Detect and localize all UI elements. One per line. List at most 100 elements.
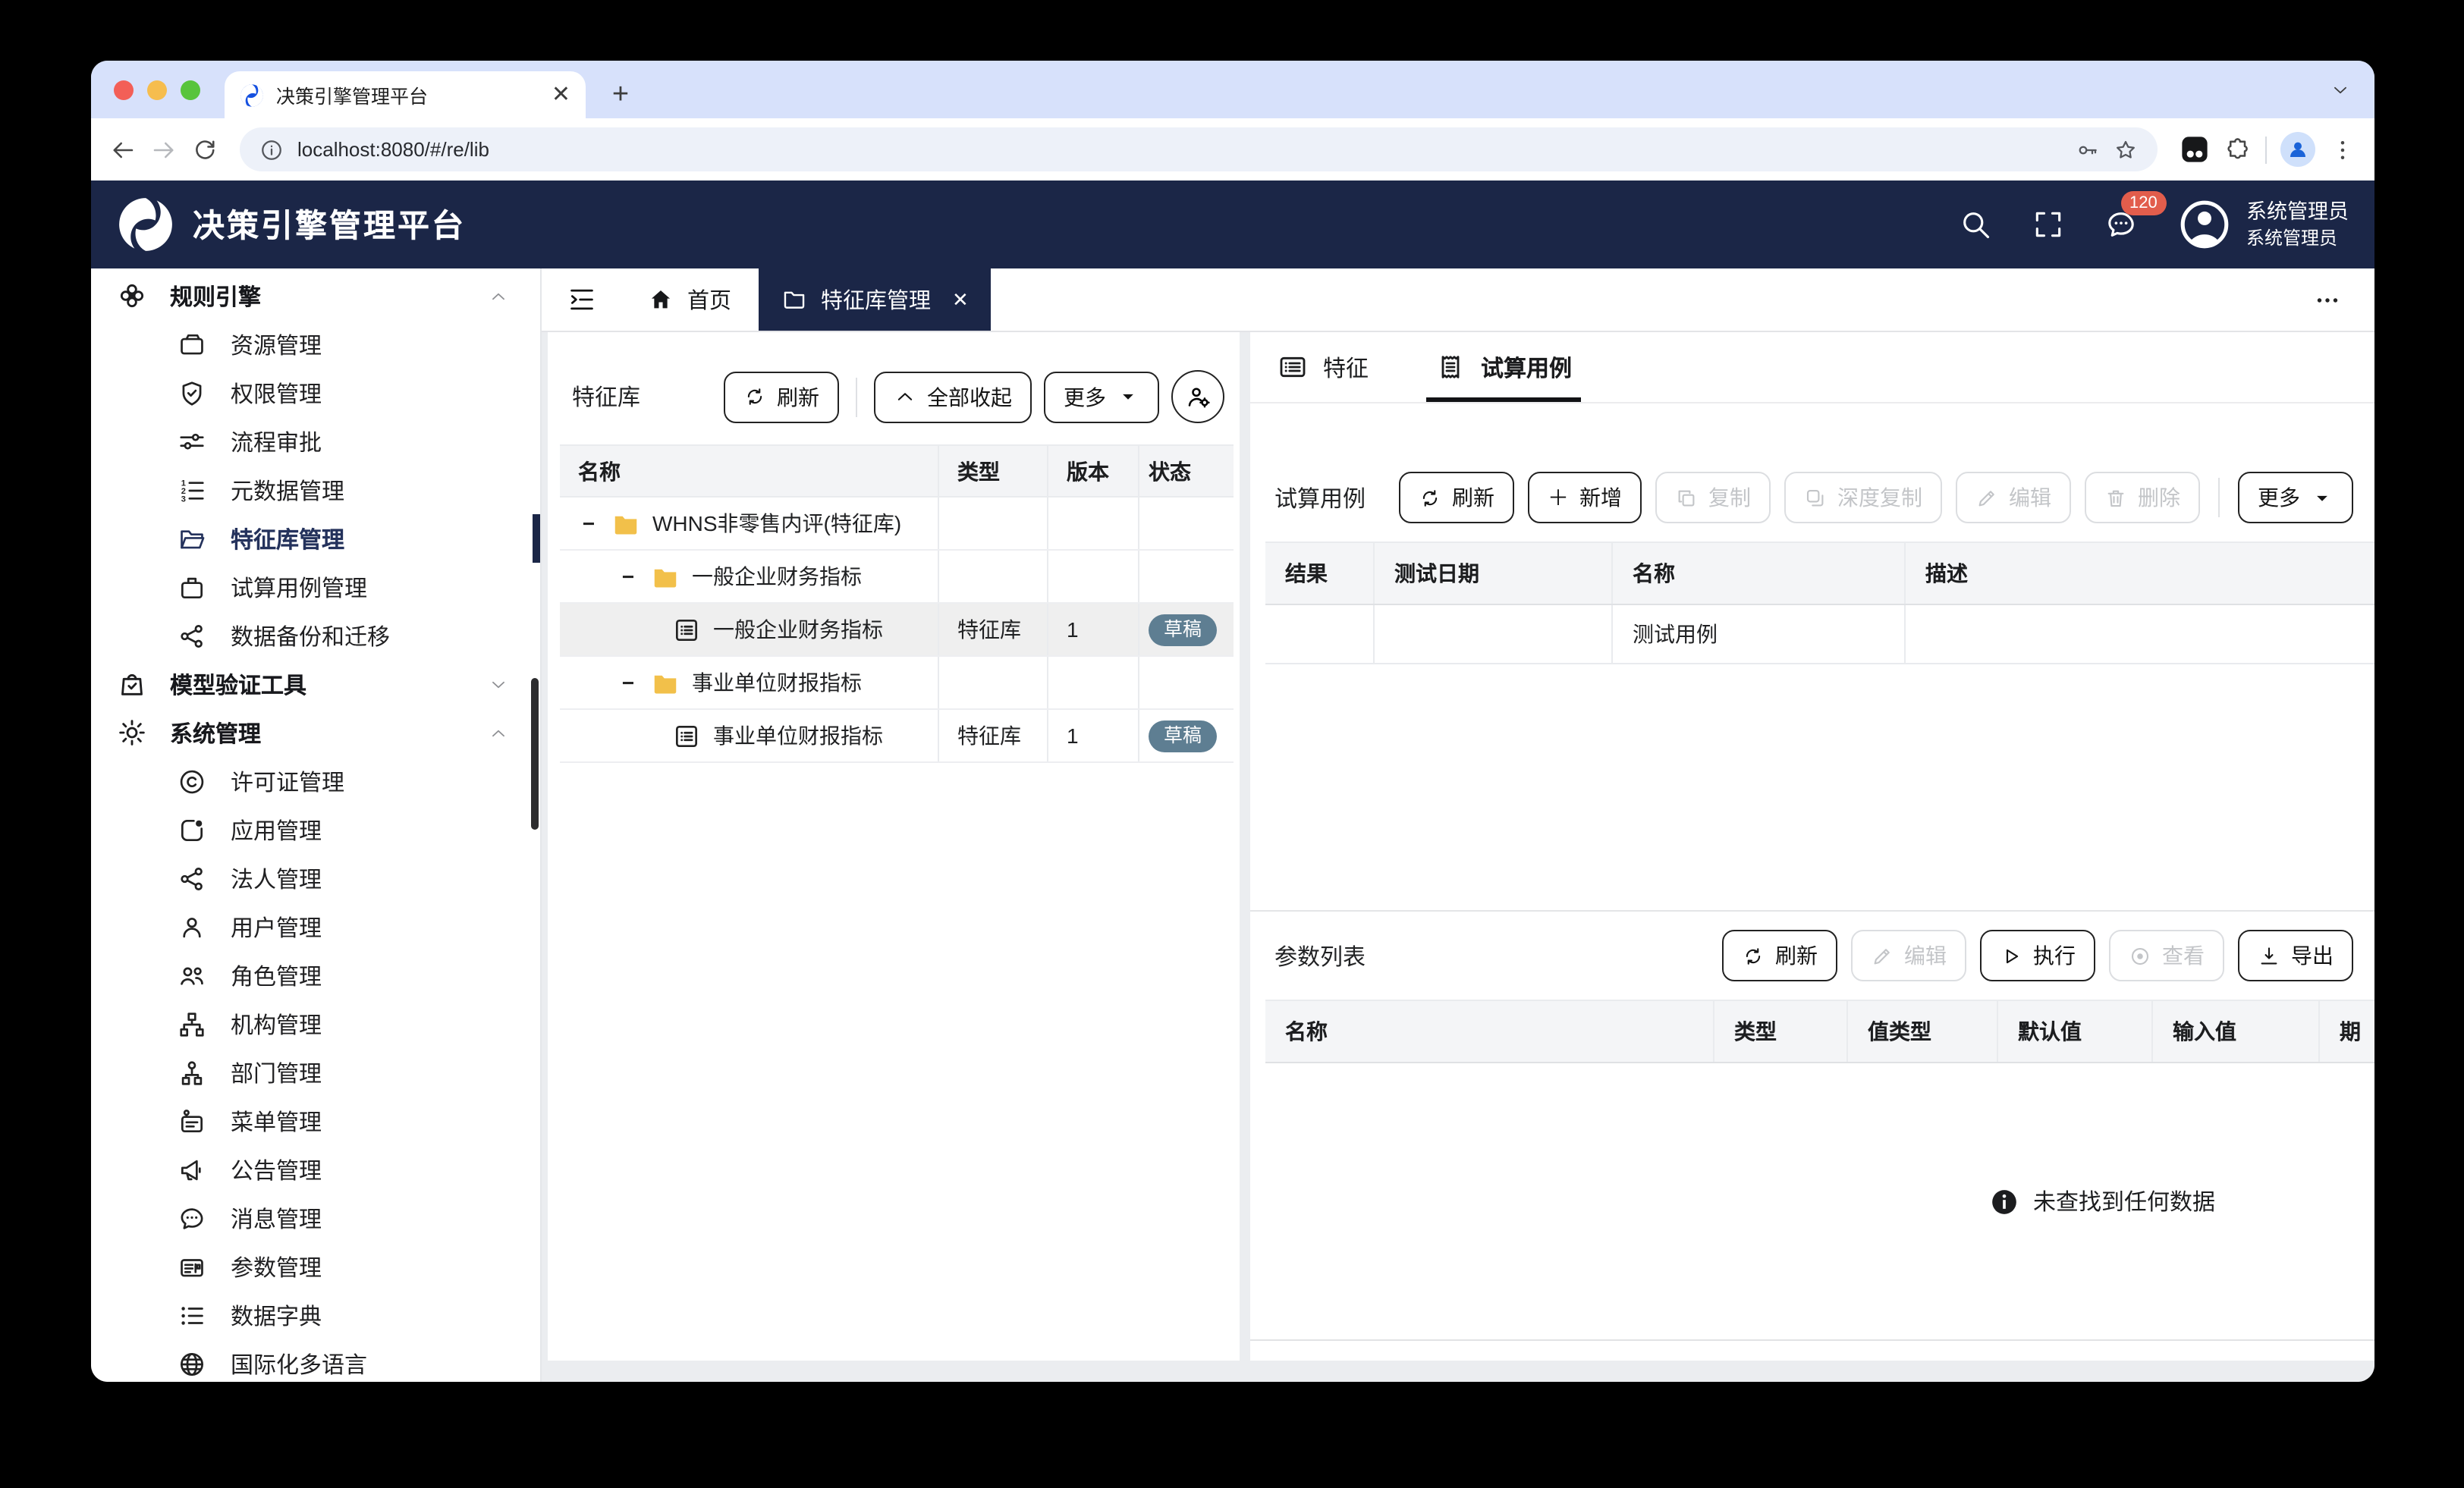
sidebar-item-feature-library-mgmt[interactable]: 特征库管理 xyxy=(91,514,540,563)
more-button[interactable]: 更多 xyxy=(1044,371,1159,422)
deep-copy-icon xyxy=(1804,486,1827,509)
sidebar-item-i18n[interactable]: 国际化多语言 xyxy=(91,1339,540,1382)
sidebar-scrollbar-thumb[interactable] xyxy=(531,678,539,830)
refresh-button[interactable]: 刷新 xyxy=(724,371,839,422)
tree-row-whns[interactable]: − WHNS非零售内评(特征库) xyxy=(560,498,1234,551)
dark-extension-icon[interactable] xyxy=(2179,133,2211,165)
refresh-button[interactable]: 刷新 xyxy=(1399,472,1514,523)
extensions-puzzle-icon[interactable] xyxy=(2224,136,2252,163)
tab-close-icon[interactable]: ✕ xyxy=(552,83,570,106)
refresh-icon xyxy=(1742,944,1765,967)
app-square-icon xyxy=(178,815,206,844)
collapse-sidebar-button[interactable] xyxy=(542,268,621,331)
sidebar-group-rule-engine[interactable]: 规则引擎 xyxy=(91,272,540,320)
address-bar[interactable]: localhost:8080/#/re/lib xyxy=(240,127,2158,171)
copy-button[interactable]: 复制 xyxy=(1655,472,1771,523)
view-button[interactable]: 查看 xyxy=(2109,930,2224,981)
sidebar-item-metadata-mgmt[interactable]: 元数据管理 xyxy=(91,466,540,514)
sidebar-item-resource-mgmt[interactable]: 资源管理 xyxy=(91,320,540,369)
sidebar-item-user-mgmt[interactable]: 用户管理 xyxy=(91,903,540,951)
sidebar-item-menu-mgmt[interactable]: 菜单管理 xyxy=(91,1097,540,1145)
sidebar-item-announcement-mgmt[interactable]: 公告管理 xyxy=(91,1145,540,1194)
execute-button[interactable]: 执行 xyxy=(1980,930,2095,981)
share-icon xyxy=(178,864,206,893)
reload-button[interactable] xyxy=(191,136,218,163)
tree-row-general-library-selected[interactable]: 一般企业财务指标 特征库 1 草稿 xyxy=(560,604,1234,657)
sidebar-group-model-validation[interactable]: 模型验证工具 xyxy=(91,660,540,708)
site-info-icon[interactable] xyxy=(259,137,284,162)
pencil-icon xyxy=(1975,486,1998,509)
tab-test-cases-active[interactable]: 试算用例 xyxy=(1435,332,1572,402)
chevron-up-icon[interactable] xyxy=(489,723,508,742)
add-button[interactable]: ＋ 新增 xyxy=(1528,472,1642,523)
tree-row-general-folder[interactable]: − 一般企业财务指标 xyxy=(560,551,1234,604)
sidebar-item-message-mgmt[interactable]: 消息管理 xyxy=(91,1194,540,1242)
tab-feature-library-active[interactable]: 特征库管理 ✕ xyxy=(759,268,992,331)
sliders-icon xyxy=(178,427,206,456)
edit-button[interactable]: 编辑 xyxy=(1851,930,1966,981)
search-icon[interactable] xyxy=(1958,208,1991,241)
minimize-window-button[interactable] xyxy=(147,80,167,100)
tab-close-icon[interactable]: ✕ xyxy=(952,287,969,312)
sidebar-item-permission-mgmt[interactable]: 权限管理 xyxy=(91,369,540,417)
browser-menu-kebab-icon[interactable] xyxy=(2329,136,2356,163)
tab-actions-ellipsis-icon[interactable] xyxy=(2314,286,2341,313)
forward-button[interactable] xyxy=(150,136,178,163)
user-avatar-icon xyxy=(2176,197,2231,252)
content-area: 规则引擎 资源管理 权限管理 流程审批 元数据管理 特征库管理 xyxy=(91,268,2374,1382)
horizontal-scrollbar-track[interactable] xyxy=(1250,1339,2374,1361)
receipt-icon xyxy=(1435,352,1466,382)
sidebar-item-data-backup-migration[interactable]: 数据备份和迁移 xyxy=(91,611,540,660)
sidebar-item-workflow-approval[interactable]: 流程审批 xyxy=(91,417,540,466)
tab-features[interactable]: 特征 xyxy=(1278,332,1369,402)
close-window-button[interactable] xyxy=(114,80,134,100)
sidebar-item-department-mgmt[interactable]: 部门管理 xyxy=(91,1048,540,1097)
tree-collapse-icon[interactable]: − xyxy=(578,511,599,535)
tab-home[interactable]: 首页 xyxy=(621,268,759,331)
main-area: 首页 特征库管理 ✕ 特征库 xyxy=(542,268,2374,1382)
sidebar-item-testcase-mgmt[interactable]: 试算用例管理 xyxy=(91,563,540,611)
sidebar-item-license-mgmt[interactable]: 许可证管理 xyxy=(91,757,540,805)
library-tree-table: 名称 类型 版本 状态 − WHNS非零售内评(特征库) xyxy=(560,444,1234,763)
browser-tab-strip: 决策引擎管理平台 ✕ + xyxy=(91,61,2374,118)
messages-button[interactable]: 120 xyxy=(2104,208,2137,241)
bookmark-star-icon[interactable] xyxy=(2114,137,2138,162)
edit-button[interactable]: 编辑 xyxy=(1956,472,2071,523)
bullet-list-icon xyxy=(178,1301,206,1329)
more-button[interactable]: 更多 xyxy=(2238,472,2353,523)
sidebar-item-legal-entity-mgmt[interactable]: 法人管理 xyxy=(91,854,540,903)
tree-row-institution-folder[interactable]: − 事业单位财报指标 xyxy=(560,657,1234,710)
sidebar-item-app-mgmt[interactable]: 应用管理 xyxy=(91,805,540,854)
chevron-up-icon[interactable] xyxy=(489,286,508,306)
tree-collapse-icon[interactable]: − xyxy=(618,564,639,589)
tab-overflow-chevron-icon[interactable] xyxy=(2330,80,2350,100)
new-tab-button[interactable]: + xyxy=(598,71,643,118)
user-settings-round-button[interactable] xyxy=(1171,370,1224,423)
url-text[interactable]: localhost:8080/#/re/lib xyxy=(297,138,2062,161)
sidebar-item-data-dictionary[interactable]: 数据字典 xyxy=(91,1291,540,1339)
password-key-icon[interactable] xyxy=(2076,137,2100,162)
maximize-window-button[interactable] xyxy=(181,80,200,100)
trash-icon xyxy=(2104,486,2127,509)
user-menu[interactable]: 系统管理员 系统管理员 xyxy=(2176,197,2349,252)
sidebar-item-parameter-mgmt[interactable]: 参数管理 xyxy=(91,1242,540,1291)
deep-copy-button[interactable]: 深度复制 xyxy=(1784,472,1942,523)
tree-row-institution-library[interactable]: 事业单位财报指标 特征库 1 草稿 xyxy=(560,710,1234,763)
delete-button[interactable]: 删除 xyxy=(2085,472,2200,523)
fullscreen-icon[interactable] xyxy=(2031,208,2064,241)
back-button[interactable] xyxy=(109,136,137,163)
export-button[interactable]: 导出 xyxy=(2238,930,2353,981)
sidebar-item-organization-mgmt[interactable]: 机构管理 xyxy=(91,1000,540,1048)
tree-collapse-icon[interactable]: − xyxy=(618,670,639,695)
folder-icon xyxy=(611,509,640,538)
chevron-down-icon[interactable] xyxy=(489,674,508,694)
refresh-button[interactable]: 刷新 xyxy=(1722,930,1837,981)
toolbar-divider xyxy=(2265,136,2267,163)
testcase-row[interactable]: 测试用例 xyxy=(1265,605,2374,664)
collapse-all-button[interactable]: 全部收起 xyxy=(874,371,1032,422)
sidebar-group-system-mgmt[interactable]: 系统管理 xyxy=(91,708,540,757)
sidebar-item-role-mgmt[interactable]: 角色管理 xyxy=(91,951,540,1000)
browser-tab[interactable]: 决策引擎管理平台 ✕ xyxy=(225,71,586,118)
browser-profile-avatar[interactable] xyxy=(2280,132,2315,167)
screenshot-stage: 决策引擎管理平台 ✕ + localhost:8080/#/re/lib 决策引… xyxy=(0,0,2464,1488)
